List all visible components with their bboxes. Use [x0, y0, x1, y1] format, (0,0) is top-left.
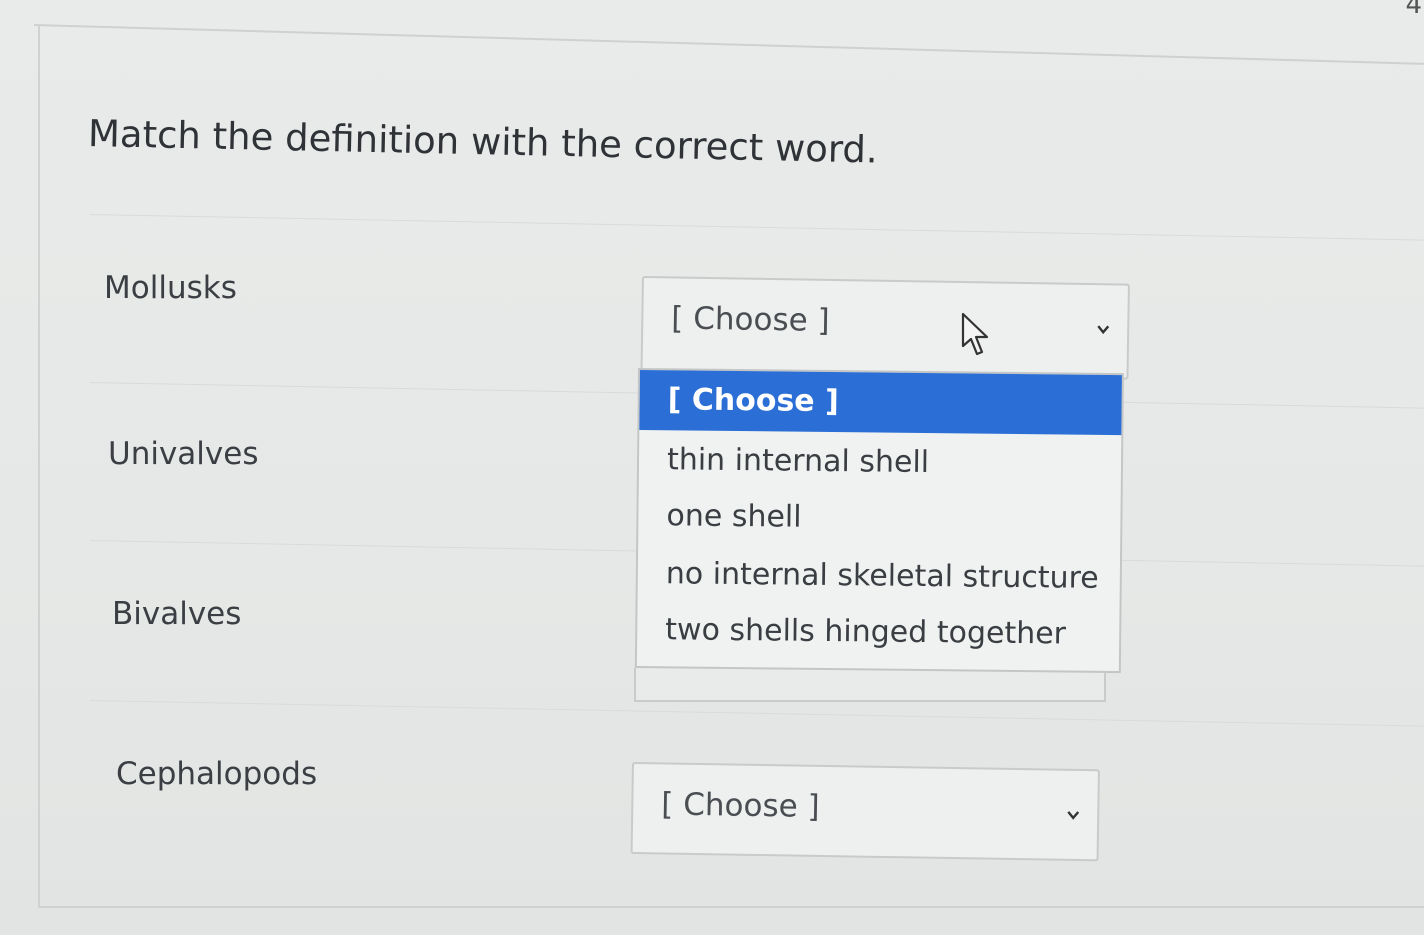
mollusks-dropdown-list: [ Choose ] thin internal shell one shell…	[634, 368, 1124, 674]
term-univalves: Univalves	[108, 436, 259, 472]
dropdown-option-two-shells-hinged-together[interactable]: two shells hinged together	[637, 600, 1120, 665]
mouse-pointer-icon	[961, 312, 989, 356]
cephalopods-select[interactable]: [ Choose ]	[630, 762, 1100, 862]
term-mollusks: Mollusks	[104, 270, 237, 306]
bivalves-select-edge[interactable]	[634, 668, 1106, 702]
question-number-fragment: 4	[1405, 0, 1422, 20]
term-bivalves: Bivalves	[112, 596, 242, 632]
chevron-down-icon	[1067, 811, 1080, 820]
dropdown-option-one-shell[interactable]: one shell	[638, 486, 1121, 551]
quiz-page: 4 Match the definition with the correct …	[0, 0, 1424, 935]
cephalopods-select-value: [ Choose ]	[661, 786, 820, 825]
mollusks-select[interactable]: [ Choose ]	[640, 276, 1130, 380]
dropdown-option-no-internal-skeletal-structure[interactable]: no internal skeletal structure	[638, 544, 1121, 609]
chevron-down-icon	[1097, 325, 1110, 335]
mollusks-select-value: [ Choose ]	[671, 300, 830, 339]
dropdown-option-thin-internal-shell[interactable]: thin internal shell	[639, 430, 1122, 495]
term-cephalopods: Cephalopods	[116, 756, 318, 792]
dropdown-option-choose[interactable]: [ Choose ]	[639, 370, 1122, 436]
